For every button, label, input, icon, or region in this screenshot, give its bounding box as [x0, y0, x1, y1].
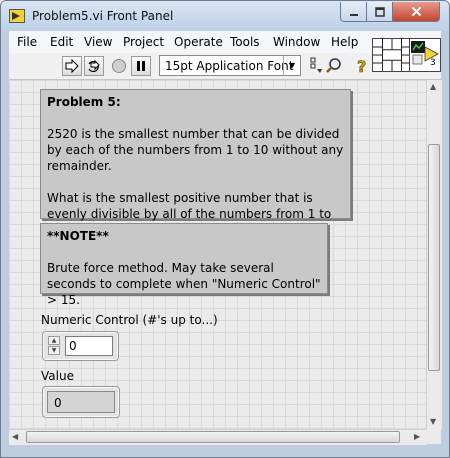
horizontal-scroll-thumb[interactable]: [26, 431, 400, 443]
labview-app-icon: [9, 9, 25, 23]
menu-window[interactable]: Window: [273, 35, 320, 49]
text-settings-icon: [310, 57, 322, 73]
scroll-right-icon[interactable]: ▶: [414, 432, 420, 441]
scroll-down-icon[interactable]: ▼: [430, 417, 436, 426]
horizontal-scrollbar[interactable]: ◀ ▶: [9, 429, 426, 445]
connector-pane[interactable]: [372, 38, 412, 72]
close-button[interactable]: [392, 2, 440, 22]
minimize-icon: [349, 13, 358, 16]
note-paragraph: Brute force method. May take several sec…: [47, 261, 321, 307]
maximize-button[interactable]: [366, 2, 393, 22]
connector-pane-icon: [373, 39, 411, 71]
search-button[interactable]: [323, 56, 345, 76]
scrollbar-corner: [426, 429, 441, 444]
menu-project[interactable]: Project: [123, 35, 164, 49]
note-text: **NOTE** Brute force method. May take se…: [40, 223, 328, 307]
value-indicator: 0: [42, 386, 120, 418]
minimize-button[interactable]: [340, 2, 367, 22]
chevron-down-icon: ▼: [283, 56, 300, 75]
run-continuous-icon: [88, 59, 100, 73]
abort-icon: [112, 59, 126, 73]
value-indicator-label: Value: [41, 369, 74, 383]
problem-paragraph-1: 2520 is the smallest number that can be …: [47, 127, 344, 173]
numeric-control-input[interactable]: 0: [65, 336, 113, 356]
search-icon: [326, 58, 341, 73]
close-icon: [411, 6, 421, 17]
front-panel-canvas[interactable]: Problem 5: 2520 is the smallest number t…: [9, 80, 426, 429]
note-heading: **NOTE**: [47, 229, 109, 243]
vi-icon-badge: 3: [430, 58, 436, 68]
front-panel-window: Problem5.vi Front Panel File Edit View P…: [0, 0, 450, 458]
menu-view[interactable]: View: [84, 35, 112, 49]
problem-heading: Problem 5:: [47, 95, 121, 109]
font-dropdown[interactable]: 15pt Application Font ▼: [159, 55, 301, 76]
run-arrow-icon: [65, 59, 79, 73]
problem-description: Problem 5: 2520 is the smallest number t…: [40, 89, 351, 237]
menu-operate[interactable]: Operate: [174, 35, 223, 49]
scroll-up-icon[interactable]: ▲: [430, 82, 436, 91]
maximize-icon: [374, 6, 385, 17]
pause-button[interactable]: [131, 56, 151, 76]
svg-text:?: ?: [357, 57, 366, 75]
context-help-button[interactable]: ?: [352, 56, 372, 76]
menu-tools[interactable]: Tools: [230, 35, 260, 49]
value-indicator-display: 0: [47, 391, 115, 413]
vertical-scroll-thumb[interactable]: [428, 144, 440, 371]
menu-help[interactable]: Help: [331, 35, 358, 49]
menu-edit[interactable]: Edit: [50, 35, 73, 49]
menu-file[interactable]: File: [17, 35, 37, 49]
increment-button[interactable]: ▲: [48, 336, 60, 345]
vi-icon[interactable]: 3: [409, 38, 441, 72]
window-title: Problem5.vi Front Panel: [32, 9, 174, 23]
decrement-button[interactable]: ▼: [48, 346, 60, 355]
vertical-scrollbar[interactable]: ▲ ▼: [426, 80, 442, 429]
pause-icon: [137, 61, 145, 71]
font-dropdown-label: 15pt Application Font: [165, 59, 294, 73]
numeric-control-label: Numeric Control (#'s up to...): [41, 313, 218, 327]
abort-button[interactable]: [109, 56, 129, 76]
numeric-control: ▲ ▼ 0: [42, 331, 119, 361]
help-icon: ?: [357, 57, 367, 75]
title-bar[interactable]: Problem5.vi Front Panel: [1, 1, 449, 31]
run-continuously-button[interactable]: [84, 56, 104, 76]
scroll-left-icon[interactable]: ◀: [12, 432, 18, 441]
run-button[interactable]: [62, 56, 82, 76]
